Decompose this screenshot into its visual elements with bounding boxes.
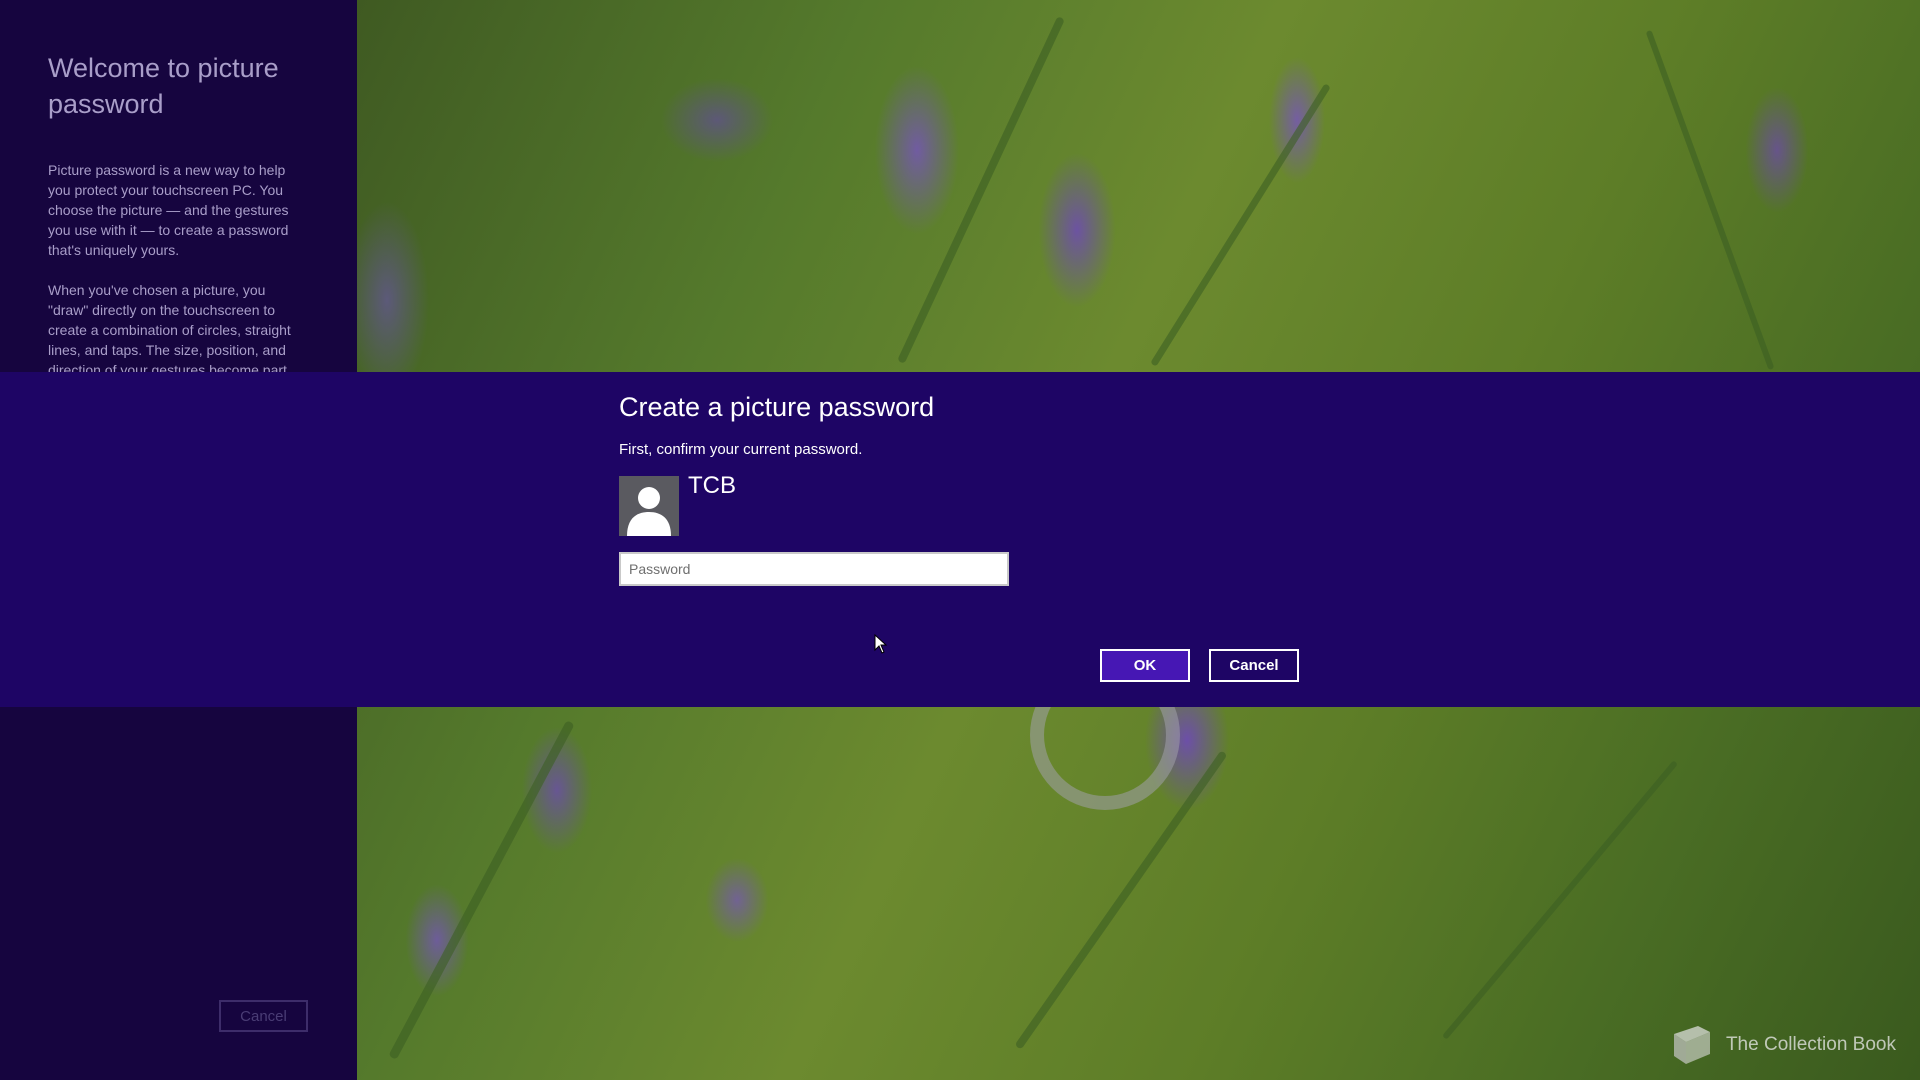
ok-button[interactable]: OK — [1100, 649, 1190, 682]
photo-stem — [1442, 760, 1678, 1040]
left-panel-paragraph-2: When you've chosen a picture, you "draw"… — [48, 282, 291, 372]
picture-password-screen: Welcome to picture password Picture pass… — [0, 0, 1920, 1080]
watermark: The Collection Book — [1664, 1022, 1896, 1068]
confirm-password-dialog — [0, 372, 1920, 707]
left-panel-title: Welcome to picture password — [48, 53, 279, 119]
user-silhouette-icon — [619, 476, 679, 536]
account-username: TCB — [688, 472, 736, 499]
photo-stem — [1645, 29, 1775, 371]
left-cancel-button[interactable]: Cancel — [219, 1000, 308, 1032]
photo-stem — [1150, 83, 1331, 367]
cancel-button[interactable]: Cancel — [1209, 649, 1299, 682]
photo-stem — [897, 16, 1065, 364]
photo-stem — [388, 720, 575, 1060]
dialog-subtitle: First, confirm your current password. — [619, 441, 863, 458]
mouse-cursor-icon — [874, 634, 888, 654]
left-panel-paragraph-1: Picture password is a new way to help yo… — [48, 162, 289, 258]
watermark-text: The Collection Book — [1725, 1034, 1896, 1055]
book-icon — [1673, 1026, 1710, 1064]
dialog-title: Create a picture password — [619, 392, 935, 422]
password-field[interactable] — [619, 552, 1009, 586]
left-panel-description: Picture password is a new way to help yo… — [48, 160, 298, 372]
